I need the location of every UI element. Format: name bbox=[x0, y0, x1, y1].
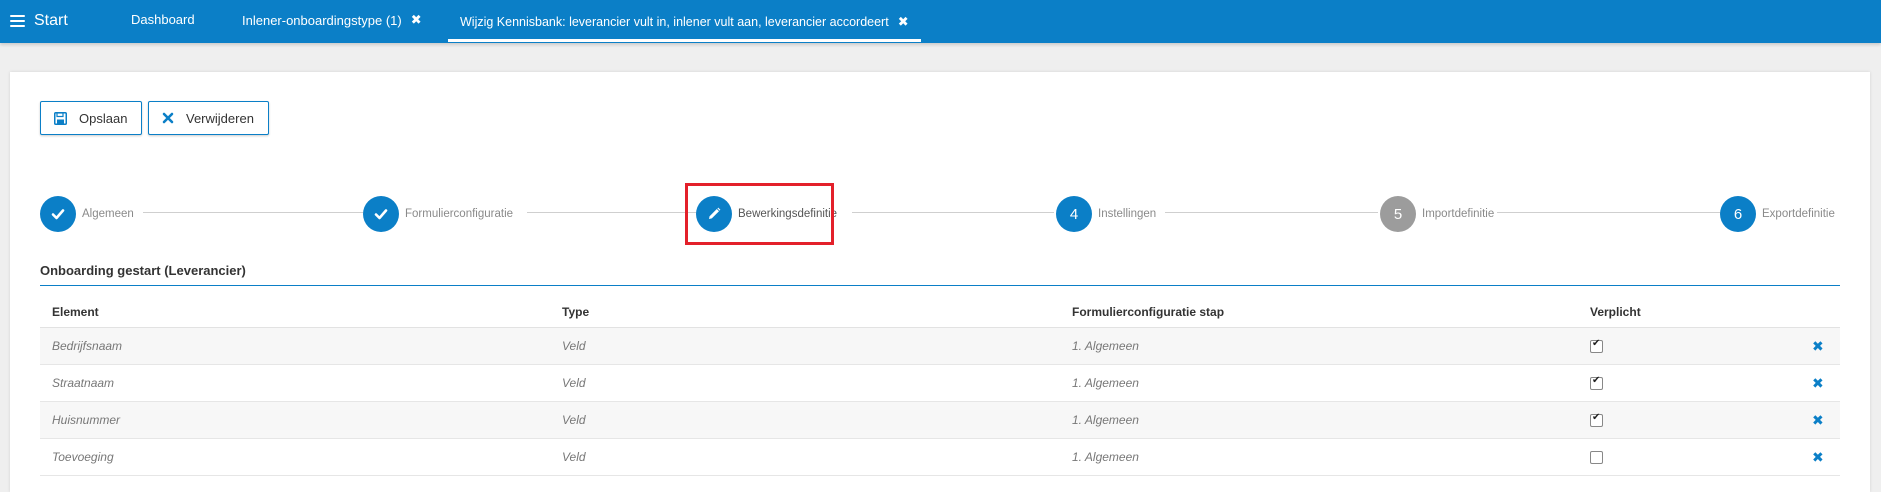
remove-row-icon[interactable]: ✖ bbox=[1812, 449, 1824, 466]
delete-button[interactable]: Verwijderen bbox=[148, 101, 269, 135]
cell-type: Veld bbox=[550, 438, 1060, 476]
cell-actions: ✖ bbox=[1800, 401, 1840, 439]
cell-verplicht bbox=[1578, 401, 1800, 439]
step-exportdefinitie[interactable]: 6 Exportdefinitie bbox=[1720, 196, 1835, 232]
step-label: Formulierconfiguratie bbox=[405, 208, 514, 220]
cell-element: Huisnummer bbox=[40, 401, 550, 439]
step-algemeen[interactable]: Algemeen bbox=[40, 196, 134, 232]
step-label: Importdefinitie bbox=[1422, 208, 1495, 220]
section-divider bbox=[40, 285, 1840, 286]
step-instellingen[interactable]: 4 Instellingen bbox=[1056, 196, 1156, 232]
tab-dashboard-label: Dashboard bbox=[131, 12, 195, 27]
close-icon bbox=[162, 112, 174, 124]
tab-wijzig-kennisbank[interactable]: Wijzig Kennisbank: leverancier vult in, … bbox=[448, 0, 921, 43]
step-connector bbox=[527, 212, 697, 213]
save-button-label: Opslaan bbox=[79, 110, 128, 126]
highlight-annotation-box bbox=[685, 183, 834, 245]
cell-stap: 1. Algemeen bbox=[1060, 401, 1578, 439]
cell-verplicht bbox=[1578, 438, 1800, 476]
step-label: Instellingen bbox=[1098, 208, 1157, 220]
table-row[interactable]: Bedrijfsnaam Veld 1. Algemeen ✖ bbox=[40, 327, 1840, 365]
table-row[interactable]: Toevoeging Veld 1. Algemeen ✖ bbox=[40, 438, 1840, 476]
step-connector bbox=[1497, 212, 1725, 213]
cell-element: Straatnaam bbox=[40, 364, 550, 402]
top-navigation-bar: Start Dashboard Inlener-onboardingstype … bbox=[0, 0, 1881, 43]
active-tab-indicator bbox=[448, 39, 921, 42]
table-row[interactable]: Straatnaam Veld 1. Algemeen ✖ bbox=[40, 364, 1840, 402]
main-panel: Opslaan Verwijderen Algemeen Formulierco… bbox=[10, 72, 1870, 492]
close-tab-icon[interactable]: ✖ bbox=[898, 14, 909, 30]
elements-table: Element Type Formulierconfiguratie stap … bbox=[40, 297, 1840, 476]
cell-actions: ✖ bbox=[1800, 438, 1840, 476]
column-header-actions bbox=[1800, 297, 1840, 328]
cell-type: Veld bbox=[550, 364, 1060, 402]
cell-verplicht bbox=[1578, 327, 1800, 365]
verplicht-checkbox[interactable] bbox=[1590, 451, 1603, 465]
verplicht-checkbox[interactable] bbox=[1590, 375, 1603, 391]
tab-inlener-onboardingstype[interactable]: Inlener-onboardingstype (1) ✖ bbox=[242, 12, 422, 28]
cell-type: Veld bbox=[550, 327, 1060, 365]
table-row[interactable]: Huisnummer Veld 1. Algemeen ✖ bbox=[40, 401, 1840, 439]
column-header-verplicht: Verplicht bbox=[1578, 297, 1800, 328]
step-number-badge: 5 bbox=[1380, 196, 1416, 232]
remove-row-icon[interactable]: ✖ bbox=[1812, 412, 1824, 429]
section-title: Onboarding gestart (Leverancier) bbox=[40, 263, 246, 278]
hamburger-menu-icon bbox=[10, 15, 25, 27]
close-tab-icon[interactable]: ✖ bbox=[411, 12, 422, 28]
verplicht-checkbox[interactable] bbox=[1590, 338, 1603, 354]
tab-dashboard[interactable]: Dashboard bbox=[131, 12, 195, 27]
remove-row-icon[interactable]: ✖ bbox=[1812, 375, 1824, 392]
column-header-stap: Formulierconfiguratie stap bbox=[1060, 297, 1578, 328]
step-connector bbox=[143, 212, 368, 213]
column-header-element: Element bbox=[40, 297, 550, 328]
cell-verplicht bbox=[1578, 364, 1800, 402]
floppy-disk-icon bbox=[54, 111, 67, 125]
verplicht-checkbox[interactable] bbox=[1590, 412, 1603, 428]
column-header-type: Type bbox=[550, 297, 1060, 328]
step-connector bbox=[1165, 212, 1378, 213]
step-number-badge: 4 bbox=[1056, 196, 1092, 232]
step-importdefinitie[interactable]: 5 Importdefinitie bbox=[1380, 196, 1494, 232]
cell-type: Veld bbox=[550, 401, 1060, 439]
cell-actions: ✖ bbox=[1800, 327, 1840, 365]
step-connector bbox=[852, 212, 1054, 213]
checkmark-icon bbox=[40, 196, 76, 232]
save-button[interactable]: Opslaan bbox=[40, 101, 142, 135]
step-number-badge: 6 bbox=[1720, 196, 1756, 232]
table-header-row: Element Type Formulierconfiguratie stap … bbox=[40, 297, 1840, 328]
cell-actions: ✖ bbox=[1800, 364, 1840, 402]
tab-inlener-onboardingstype-label: Inlener-onboardingstype (1) bbox=[242, 12, 402, 28]
cell-stap: 1. Algemeen bbox=[1060, 327, 1578, 365]
step-label: Algemeen bbox=[82, 208, 134, 220]
cell-element: Toevoeging bbox=[40, 438, 550, 476]
cell-stap: 1. Algemeen bbox=[1060, 364, 1578, 402]
delete-button-label: Verwijderen bbox=[186, 110, 254, 126]
start-label: Start bbox=[34, 12, 68, 29]
checkmark-icon bbox=[363, 196, 399, 232]
cell-stap: 1. Algemeen bbox=[1060, 438, 1578, 476]
step-label: Exportdefinitie bbox=[1762, 208, 1835, 220]
remove-row-icon[interactable]: ✖ bbox=[1812, 338, 1824, 355]
tab-wijzig-kennisbank-label: Wijzig Kennisbank: leverancier vult in, … bbox=[460, 14, 889, 29]
step-formulierconfiguratie[interactable]: Formulierconfiguratie bbox=[363, 196, 513, 232]
start-menu-button[interactable]: Start bbox=[10, 11, 68, 31]
cell-element: Bedrijfsnaam bbox=[40, 327, 550, 365]
